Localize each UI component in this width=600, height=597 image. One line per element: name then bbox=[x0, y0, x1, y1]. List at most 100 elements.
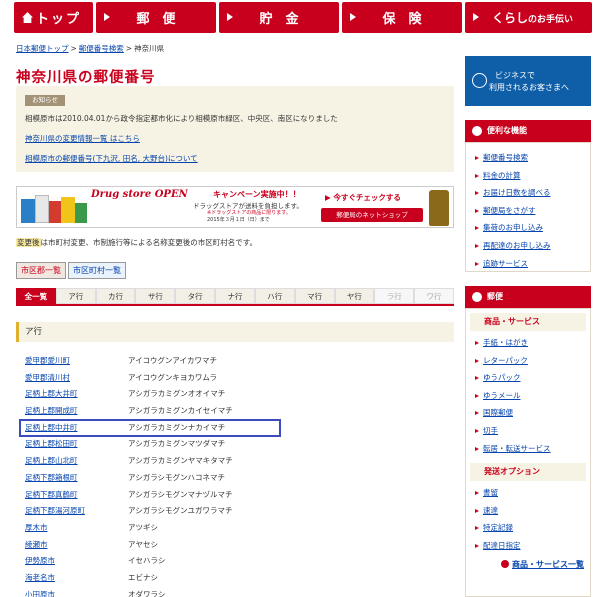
city-link[interactable]: 厚木市 bbox=[25, 521, 48, 535]
section-title: ア行 bbox=[16, 322, 454, 342]
city-kana: アシガラシモグンユガワラマチ bbox=[128, 506, 233, 516]
tab-na[interactable]: ナ行 bbox=[215, 288, 255, 304]
notice-box: お知らせ 相模原市は2010.04.01から政令指定都市化により相模原市緑区、中… bbox=[16, 86, 454, 172]
legend-text: 変更後は市町村変更、市制施行等による名称変更後の市区町村名です。 bbox=[16, 238, 258, 247]
post-header: 郵便 bbox=[465, 286, 591, 308]
drugstore-banner[interactable]: Drug store OPEN キャンペーン実施中！！ ドラッグストアが送料を負… bbox=[16, 186, 454, 228]
tab-ka[interactable]: カ行 bbox=[95, 288, 136, 304]
post-icon bbox=[472, 292, 482, 302]
city-link[interactable]: 伊勢原市 bbox=[25, 554, 55, 568]
tab-a[interactable]: ア行 bbox=[55, 288, 96, 304]
city-link[interactable]: 足柄下郡湯河原町 bbox=[25, 504, 85, 518]
nav-hoken[interactable]: 保 険 bbox=[342, 2, 462, 33]
business-customers-button[interactable]: ビジネスで 利用されるお客さまへ bbox=[465, 56, 591, 106]
tab-ra: ラ行 bbox=[374, 288, 415, 304]
list-item: 足柄下郡湯河原町 アシガラシモグンユガワラマチ bbox=[24, 503, 444, 520]
breadcrumb: 日本郵便トップ > 郵便番号検索 > 神奈川県 bbox=[16, 44, 165, 53]
arrow-right-icon bbox=[104, 13, 110, 21]
menu-item-express[interactable]: 速達 bbox=[466, 502, 590, 520]
breadcrumb-search[interactable]: 郵便番号検索 bbox=[79, 44, 124, 53]
tab-sa[interactable]: サ行 bbox=[135, 288, 176, 304]
all-services-link[interactable]: 商品・サービス一覧 bbox=[466, 555, 590, 575]
menu-item-postcode-search[interactable]: 郵便番号検索 bbox=[466, 149, 590, 167]
nav-kurashi[interactable]: くらしのお手伝い bbox=[465, 2, 592, 33]
city-kana: エビナシ bbox=[128, 572, 158, 582]
menu-item-rate-calc[interactable]: 料金の計算 bbox=[466, 167, 590, 185]
legend-tag: 変更後 bbox=[16, 238, 41, 247]
breadcrumb-current: 神奈川県 bbox=[134, 44, 165, 53]
city-kana: アシガラカミグンマツダマチ bbox=[128, 439, 226, 449]
menu-item-international[interactable]: 国際郵便 bbox=[466, 404, 590, 422]
campaign-note: ※ドラッグストアの商品に限ります。 2015年３月１日（日）まで bbox=[207, 210, 291, 223]
city-link[interactable]: 綾瀬市 bbox=[25, 538, 48, 552]
city-link[interactable]: 愛甲郡愛川町 bbox=[25, 354, 70, 368]
menu-item-tracking[interactable]: 追跡サービス bbox=[466, 255, 590, 273]
view-buttons: 市区郡一覧 市区町村一覧 bbox=[16, 262, 128, 279]
menu-item-pickup[interactable]: 集荷のお申し込み bbox=[466, 219, 590, 237]
city-link[interactable]: 足柄上郡大井町 bbox=[25, 387, 78, 401]
city-kana: アイコウグンアイカワマチ bbox=[128, 356, 217, 365]
breadcrumb-home[interactable]: 日本郵便トップ bbox=[16, 44, 69, 53]
tab-ma[interactable]: マ行 bbox=[294, 288, 335, 304]
menu-item-forwarding[interactable]: 転居・転送サービス bbox=[466, 440, 590, 458]
options-subheader: 発送オプション bbox=[470, 463, 586, 482]
menu-item-registered[interactable]: 書留 bbox=[466, 484, 590, 502]
check-now-link[interactable]: ▶ 今すぐチェックする bbox=[325, 192, 401, 203]
tab-all[interactable]: 全一覧 bbox=[16, 288, 56, 304]
features-menu: 郵便番号検索 料金の計算 お届け日数を調べる 郵便局をさがす 集荷のお申し込み … bbox=[465, 142, 591, 272]
city-link[interactable]: 足柄上郡開成町 bbox=[25, 404, 78, 418]
city-kana: アツギシ bbox=[128, 522, 158, 532]
menu-item-record[interactable]: 特定記録 bbox=[466, 519, 590, 537]
nav-yubin[interactable]: 郵 便 bbox=[96, 2, 216, 33]
nav-chokin[interactable]: 貯 金 bbox=[219, 2, 339, 33]
city-link[interactable]: 足柄下郡真鶴町 bbox=[25, 488, 78, 502]
menu-item-date-spec[interactable]: 配達日指定 bbox=[466, 537, 590, 555]
list-item: 愛甲郡愛川町 アイコウグンアイカワマチ bbox=[24, 353, 444, 370]
menu-item-find-office[interactable]: 郵便局をさがす bbox=[466, 202, 590, 220]
arrow-right-icon bbox=[227, 13, 233, 21]
list-item: 足柄上郡大井町 アシガラカミグンオオイマチ bbox=[24, 386, 444, 403]
city-kana: アシガラシモグンハコネマチ bbox=[128, 472, 226, 482]
menu-item-letterpack[interactable]: レターパック bbox=[466, 352, 590, 370]
view-gun-list-button[interactable]: 市区郡一覧 bbox=[16, 262, 66, 279]
city-link[interactable]: 足柄上郡山北町 bbox=[25, 454, 78, 468]
notice-link-changes[interactable]: 神奈川県の変更情報一覧 はこちら bbox=[25, 133, 140, 144]
menu-item-delivery-days[interactable]: お届け日数を調べる bbox=[466, 184, 590, 202]
menu-item-yumail[interactable]: ゆうメール bbox=[466, 387, 590, 405]
list-item: 厚木市 アツギシ bbox=[24, 520, 444, 537]
city-link[interactable]: 愛甲郡清川村 bbox=[25, 371, 70, 385]
list-item: 足柄上郡開成町 アシガラカミグンカイセイマチ bbox=[24, 403, 444, 420]
menu-item-stamps[interactable]: 切手 bbox=[466, 422, 590, 440]
arrow-circle-icon bbox=[501, 559, 509, 568]
notice-tag: お知らせ bbox=[25, 95, 65, 106]
menu-item-redelivery[interactable]: 再配達のお申し込み bbox=[466, 237, 590, 255]
city-link[interactable]: 小田原市 bbox=[25, 588, 55, 597]
city-link[interactable]: 足柄上郡中井町 bbox=[25, 421, 78, 435]
view-municipality-list-button[interactable]: 市区町村一覧 bbox=[68, 262, 126, 279]
city-link[interactable]: 足柄上郡松田町 bbox=[25, 437, 78, 451]
list-item: 足柄下郡真鶴町 アシガラシモグンマナヅルマチ bbox=[24, 487, 444, 504]
tab-ta[interactable]: タ行 bbox=[175, 288, 216, 304]
net-shop-button[interactable]: 郵便局のネットショップ bbox=[321, 208, 423, 222]
city-kana: アシガラカミグンナカイマチ bbox=[128, 422, 226, 432]
post-menu: 商品・サービス 手紙・はがき レターパック ゆうパック ゆうメール 国際郵便 切… bbox=[465, 308, 591, 597]
notice-link-sagamihara[interactable]: 相模原市の郵便番号(下九沢, 田名, 大野台)について bbox=[25, 153, 198, 164]
features-header: 便利な機能 bbox=[465, 120, 591, 142]
list-item: 綾瀬市 アヤセシ bbox=[24, 537, 444, 554]
list-item: 愛甲郡清川村 アイコウグンキヨカワムラ bbox=[24, 370, 444, 387]
tab-ya[interactable]: ヤ行 bbox=[334, 288, 375, 304]
city-link[interactable]: 足柄下郡箱根町 bbox=[25, 471, 78, 485]
tab-ha[interactable]: ハ行 bbox=[254, 288, 295, 304]
city-kana: アシガラカミグンカイセイマチ bbox=[128, 406, 233, 416]
menu-item-yupack[interactable]: ゆうパック bbox=[466, 369, 590, 387]
city-link[interactable]: 海老名市 bbox=[25, 571, 55, 585]
city-kana: アイコウグンキヨカワムラ bbox=[128, 372, 217, 382]
page-title: 神奈川県の郵便番号 bbox=[16, 70, 156, 86]
menu-item-letters[interactable]: 手紙・はがき bbox=[466, 334, 590, 352]
nav-top[interactable]: トップ bbox=[14, 2, 93, 33]
city-kana: アヤセシ bbox=[128, 539, 158, 549]
user-icon bbox=[472, 73, 487, 88]
list-item: 海老名市 エビナシ bbox=[24, 570, 444, 587]
list-item: 足柄上郡山北町 アシガラカミグンヤマキタマチ bbox=[24, 453, 444, 470]
tab-wa: ワ行 bbox=[414, 288, 454, 304]
